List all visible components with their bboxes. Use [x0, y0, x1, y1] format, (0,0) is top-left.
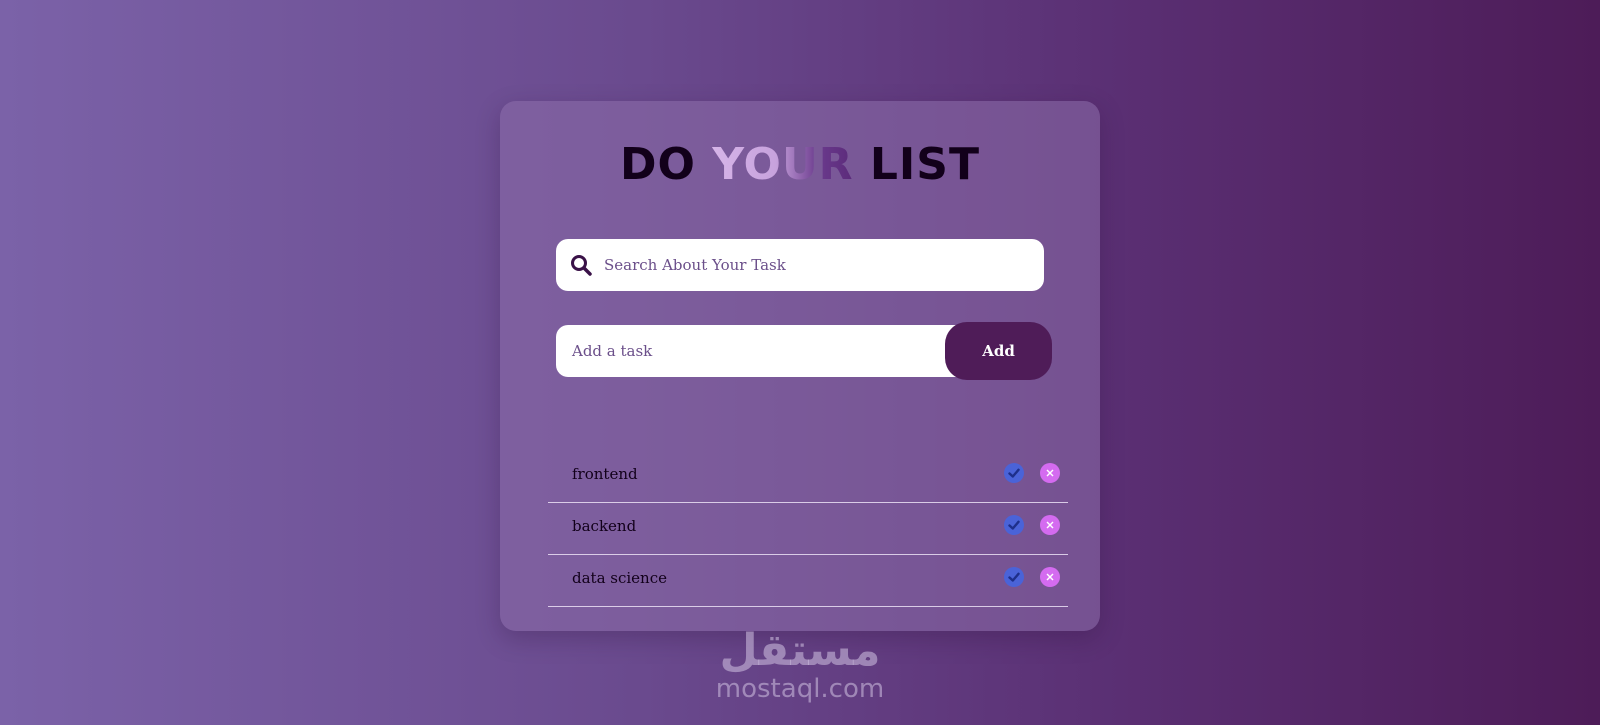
check-circle-icon[interactable]	[1004, 463, 1024, 483]
add-task-input[interactable]: Add a task	[556, 325, 976, 377]
todo-card: DO YOUR LIST Search About Your Task Add …	[500, 101, 1100, 631]
list-item: backend	[548, 503, 1068, 555]
watermark-logo: مستقل mostaql.com	[700, 625, 900, 705]
search-icon	[570, 254, 592, 276]
title-word-do: DO	[619, 139, 696, 190]
list-item: frontend	[548, 451, 1068, 503]
search-input[interactable]: Search About Your Task	[556, 239, 1044, 291]
title-word-list: LIST	[869, 139, 981, 190]
watermark-arabic: مستقل	[719, 625, 881, 676]
task-label: data science	[572, 569, 667, 587]
close-circle-icon[interactable]	[1040, 515, 1060, 535]
watermark-latin: mostaql.com	[715, 674, 885, 704]
task-label: backend	[572, 517, 637, 535]
add-task-row: Add a task Add	[556, 322, 1052, 381]
close-circle-icon[interactable]	[1040, 463, 1060, 483]
task-label: frontend	[572, 465, 638, 483]
search-placeholder: Search About Your Task	[604, 256, 786, 274]
check-circle-icon[interactable]	[1004, 567, 1024, 587]
page-title: DO YOUR LIST	[500, 139, 1100, 190]
add-button[interactable]: Add	[945, 322, 1052, 380]
check-circle-icon[interactable]	[1004, 515, 1024, 535]
list-item: data science	[548, 555, 1068, 607]
title-word-your: YOUR	[712, 139, 854, 190]
close-circle-icon[interactable]	[1040, 567, 1060, 587]
task-list: frontend backend data science	[548, 451, 1068, 607]
